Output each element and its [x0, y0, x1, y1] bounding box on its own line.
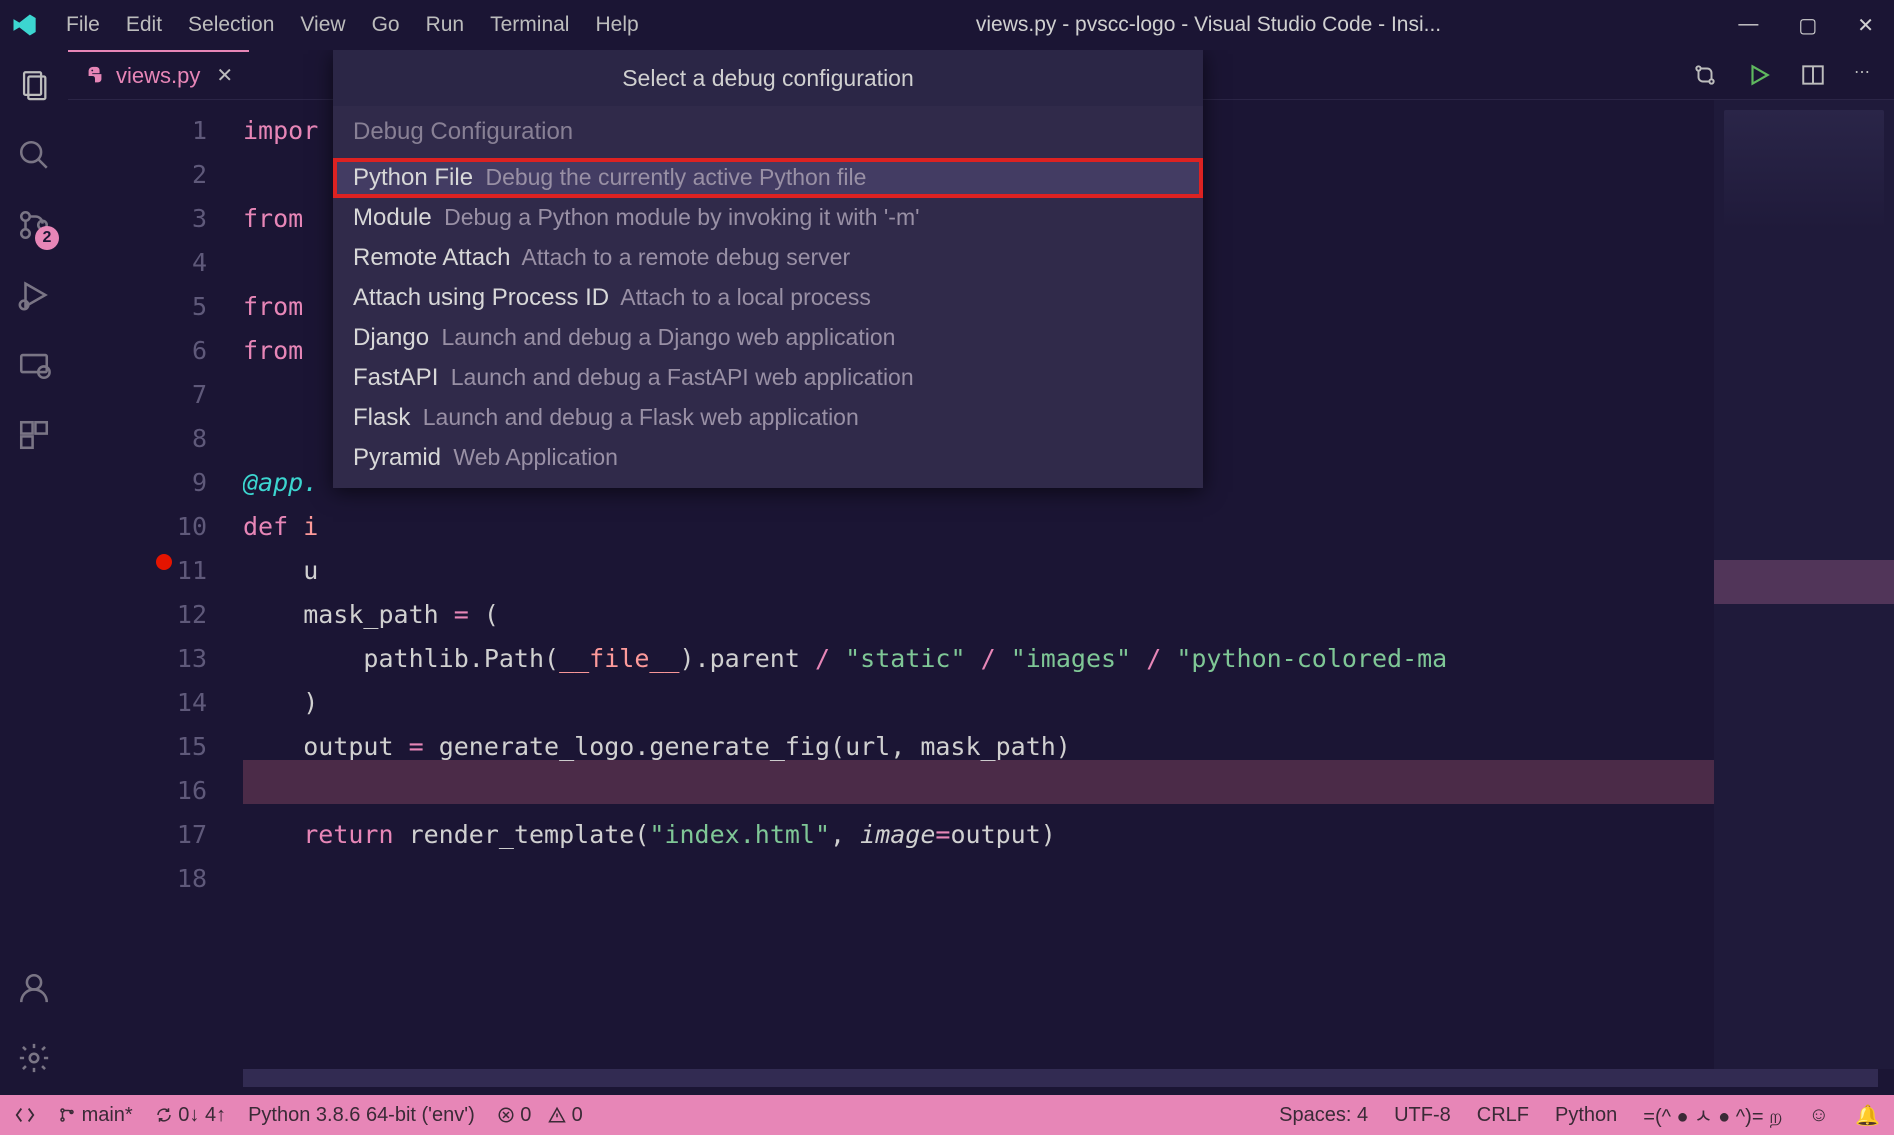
compare-changes-icon[interactable] — [1692, 62, 1718, 88]
close-icon[interactable]: ✕ — [1857, 13, 1874, 38]
vscode-logo-icon — [10, 11, 38, 39]
tab-filename: views.py — [116, 63, 200, 89]
tab-close-icon[interactable]: ✕ — [216, 63, 233, 88]
language-mode[interactable]: Python — [1555, 1104, 1617, 1127]
quickpick-title: Select a debug configuration — [333, 50, 1203, 106]
breakpoint-icon[interactable] — [156, 554, 172, 570]
notifications-bell-icon[interactable]: 🔔 — [1855, 1103, 1880, 1128]
split-editor-icon[interactable] — [1800, 62, 1826, 88]
feedback-icon[interactable]: ☺ — [1809, 1104, 1829, 1127]
indentation-status[interactable]: Spaces: 4 — [1279, 1104, 1368, 1127]
search-icon[interactable] — [17, 138, 51, 172]
run-debug-icon[interactable] — [17, 278, 51, 312]
menu-file[interactable]: File — [66, 13, 100, 37]
quickpick-item[interactable]: Module Debug a Python module by invoking… — [333, 198, 1203, 238]
menu-selection[interactable]: Selection — [188, 13, 274, 37]
quickpick-item[interactable]: Python File Debug the currently active P… — [333, 158, 1203, 198]
maximize-icon[interactable]: ▢ — [1798, 13, 1817, 38]
line-gutter: 123456789101112131415161718 — [68, 100, 243, 1069]
accounts-icon[interactable] — [17, 971, 51, 1005]
editor-actions: ⋯ — [1692, 62, 1894, 88]
window-title: views.py - pvscc-logo - Visual Studio Co… — [687, 13, 1731, 37]
main-body: 2 views.py ✕ — [0, 50, 1894, 1095]
python-interpreter[interactable]: Python 3.8.6 64-bit ('env') — [248, 1104, 475, 1127]
quickpick-list: Python File Debug the currently active P… — [333, 158, 1203, 488]
sync-status[interactable]: 0↓ 4↑ — [155, 1104, 226, 1127]
activity-bar: 2 — [0, 50, 68, 1095]
menu-bar: File Edit Selection View Go Run Terminal… — [66, 13, 639, 37]
more-actions-icon[interactable]: ⋯ — [1854, 62, 1870, 88]
minimap-content — [1724, 110, 1884, 230]
explorer-icon[interactable] — [17, 68, 51, 102]
scm-badge: 2 — [35, 226, 59, 250]
remote-icon[interactable] — [17, 348, 51, 382]
quickpick-item[interactable]: Remote Attach Attach to a remote debug s… — [333, 238, 1203, 278]
problems-status[interactable]: 0 0 — [497, 1104, 583, 1127]
python-file-icon — [84, 65, 106, 87]
menu-view[interactable]: View — [300, 13, 345, 37]
minimap-highlight — [1714, 560, 1894, 604]
quickpick-debug-config: Select a debug configuration Debug Confi… — [333, 50, 1203, 488]
source-control-icon[interactable]: 2 — [17, 208, 51, 242]
quickpick-item[interactable]: Pyramid Web Application — [333, 438, 1203, 478]
menu-edit[interactable]: Edit — [126, 13, 162, 37]
eol-status[interactable]: CRLF — [1477, 1104, 1529, 1127]
menu-go[interactable]: Go — [372, 13, 400, 37]
editor-area: views.py ✕ ⋯ 123456789101112131415161718… — [68, 50, 1894, 1095]
encoding-status[interactable]: UTF-8 — [1394, 1104, 1451, 1127]
menu-run[interactable]: Run — [426, 13, 465, 37]
run-icon[interactable] — [1746, 62, 1772, 88]
quickpick-item[interactable]: Django Launch and debug a Django web app… — [333, 318, 1203, 358]
quickpick-hint: Debug Configuration — [333, 106, 1203, 158]
menu-help[interactable]: Help — [595, 13, 638, 37]
quickpick-item[interactable]: Flask Launch and debug a Flask web appli… — [333, 398, 1203, 438]
minimap[interactable] — [1714, 100, 1894, 1069]
quickpick-item[interactable]: FastAPI Launch and debug a FastAPI web a… — [333, 358, 1203, 398]
horizontal-scrollbar[interactable] — [243, 1069, 1878, 1087]
settings-gear-icon[interactable] — [17, 1041, 51, 1075]
statusbar: main* 0↓ 4↑ Python 3.8.6 64-bit ('env') … — [0, 1095, 1894, 1135]
tab-views-py[interactable]: views.py ✕ — [68, 50, 249, 99]
menu-terminal[interactable]: Terminal — [490, 13, 569, 37]
titlebar: File Edit Selection View Go Run Terminal… — [0, 0, 1894, 50]
remote-indicator-icon[interactable] — [14, 1104, 36, 1126]
quickpick-item[interactable]: Attach using Process ID Attach to a loca… — [333, 278, 1203, 318]
git-branch[interactable]: main* — [58, 1104, 133, 1127]
window-controls: — ▢ ✕ — [1738, 13, 1874, 38]
face-status[interactable]: =(^ ● ㅅ ● ^)= ற — [1643, 1100, 1782, 1131]
extensions-icon[interactable] — [17, 418, 51, 452]
minimize-icon[interactable]: — — [1738, 13, 1758, 38]
